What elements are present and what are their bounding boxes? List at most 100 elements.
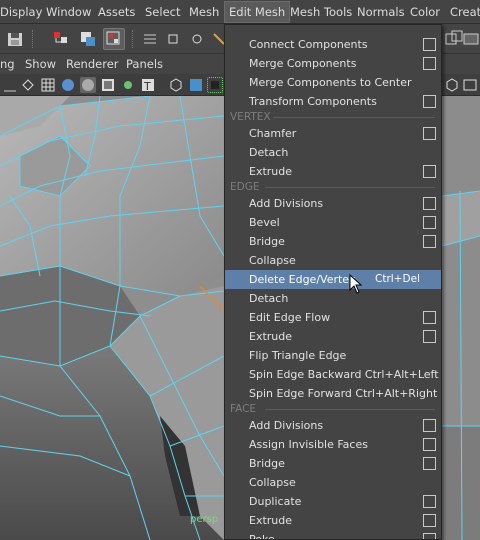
menu-create[interactable]: Create: [450, 0, 480, 24]
snap-toggle-icon[interactable]: [139, 28, 161, 50]
option-box-icon[interactable]: [423, 235, 436, 248]
select-by-hierarchy-icon[interactable]: [50, 28, 72, 50]
menu-mesh-tools[interactable]: Mesh Tools: [290, 0, 352, 24]
layout-icon[interactable]: [462, 77, 478, 93]
option-box-icon[interactable]: [423, 216, 436, 229]
xray-joints-icon[interactable]: [207, 77, 223, 93]
toolbar-separator: [132, 30, 136, 48]
text-label-icon[interactable]: T: [140, 77, 156, 93]
menu-item-label: Duplicate: [249, 495, 302, 508]
menu-item-assign-invisible-faces[interactable]: Assign Invisible Faces: [225, 435, 441, 454]
menu-normals[interactable]: Normals: [357, 0, 405, 24]
menu-item-label: Add Divisions: [249, 197, 324, 210]
xray-icon[interactable]: [188, 77, 204, 93]
menu-mesh[interactable]: Mesh: [189, 0, 219, 24]
edit-mesh-menu: Connect Components Merge Components Merg…: [224, 24, 442, 540]
menu-item-label: Merge Components to Center: [249, 76, 412, 89]
menu-item-label: Spin Edge Backward Ctrl+Alt+Left: [249, 368, 439, 381]
menu-assets[interactable]: Assets: [98, 0, 135, 24]
menu-item-duplicate[interactable]: Duplicate: [225, 492, 441, 511]
smooth-shade-icon[interactable]: [60, 77, 76, 93]
menu-item-connect-components[interactable]: Connect Components: [225, 35, 441, 54]
select-by-object-icon[interactable]: [77, 28, 99, 50]
option-box-icon[interactable]: [423, 514, 436, 527]
menu-color[interactable]: Color: [410, 0, 440, 24]
option-box-icon[interactable]: [423, 330, 436, 343]
isolate-select-icon[interactable]: [168, 77, 184, 93]
menu-item-label: Detach: [249, 146, 289, 159]
menu-item-label: Bridge: [249, 235, 285, 248]
menu-item-label: Collapse: [249, 254, 296, 267]
menu-edit-mesh[interactable]: Edit Mesh: [224, 1, 291, 23]
menu-item-bridge-face[interactable]: Bridge: [225, 454, 441, 473]
panel-menu-shading[interactable]: ng: [0, 54, 15, 74]
panel-menu-panels[interactable]: Panels: [126, 54, 163, 74]
menu-item-flip-triangle-edge[interactable]: Flip Triangle Edge: [225, 346, 441, 365]
menu-item-shortcut: Ctrl+Del: [375, 273, 420, 285]
menu-item-label: Extrude: [249, 514, 293, 527]
grid-icon[interactable]: [40, 77, 56, 93]
option-box-icon[interactable]: [423, 38, 436, 51]
square-tool-icon[interactable]: [162, 28, 184, 50]
camera-icon[interactable]: [444, 77, 460, 93]
textured-icon[interactable]: [100, 77, 116, 93]
menu-item-bridge-edge[interactable]: Bridge: [225, 232, 441, 251]
main-menu-bar: Display Window Assets Select Mesh Edit M…: [0, 0, 480, 24]
panel-menu-show[interactable]: Show: [25, 54, 56, 74]
svg-text:T: T: [143, 80, 151, 93]
menu-item-detach-vertex[interactable]: Detach: [225, 143, 441, 162]
option-box-icon[interactable]: [423, 533, 436, 539]
option-box-icon[interactable]: [423, 419, 436, 432]
menu-item-merge-components-to-center[interactable]: Merge Components to Center: [225, 73, 441, 92]
section-divider: [273, 117, 435, 118]
menu-item-chamfer[interactable]: Chamfer: [225, 124, 441, 143]
menu-item-merge-components[interactable]: Merge Components: [225, 54, 441, 73]
menu-item-label: Collapse: [249, 476, 296, 489]
option-box-icon[interactable]: [423, 127, 436, 140]
option-box-icon[interactable]: [423, 311, 436, 324]
menu-item-label: Detach: [249, 292, 289, 305]
menu-item-label: Flip Triangle Edge: [249, 349, 347, 362]
render-view-icon[interactable]: [462, 28, 480, 50]
menu-item-extrude-edge[interactable]: Extrude: [225, 327, 441, 346]
menu-display[interactable]: Display: [0, 0, 42, 24]
menu-item-label: Assign Invisible Faces: [249, 438, 368, 451]
option-box-icon[interactable]: [423, 197, 436, 210]
option-box-icon[interactable]: [423, 457, 436, 470]
save-scene-icon[interactable]: [4, 28, 26, 50]
menu-item-label: Poke: [249, 533, 275, 540]
menu-item-bevel[interactable]: Bevel: [225, 213, 441, 232]
menu-item-poke[interactable]: Poke: [225, 530, 441, 540]
menu-item-collapse-edge[interactable]: Collapse: [225, 251, 441, 270]
select-by-component-icon[interactable]: [103, 28, 125, 50]
menu-item-delete-edge-vertex[interactable]: Delete Edge/Vertex Ctrl+Del: [225, 270, 441, 289]
menu-item-extrude-face[interactable]: Extrude: [225, 511, 441, 530]
menu-item-detach-edge[interactable]: Detach: [225, 289, 441, 308]
toolbar-separator: [32, 30, 36, 48]
option-box-icon[interactable]: [423, 57, 436, 70]
option-box-icon[interactable]: [423, 165, 436, 178]
grid-toggle-icon[interactable]: [2, 77, 18, 93]
menu-item-add-divisions-face[interactable]: Add Divisions: [225, 416, 441, 435]
menu-item-label: Chamfer: [249, 127, 297, 140]
panel-menu-renderer[interactable]: Renderer: [66, 54, 119, 74]
menu-item-spin-edge-backward[interactable]: Spin Edge Backward Ctrl+Alt+Left: [225, 365, 441, 384]
menu-item-label: Merge Components: [249, 57, 357, 70]
menu-item-add-divisions-edge[interactable]: Add Divisions: [225, 194, 441, 213]
menu-item-edit-edge-flow[interactable]: Edit Edge Flow: [225, 308, 441, 327]
menu-window[interactable]: Window: [46, 0, 91, 24]
menu-item-label: Bevel: [249, 216, 280, 229]
lighting-icon[interactable]: [120, 77, 136, 93]
menu-select[interactable]: Select: [145, 0, 180, 24]
option-box-icon[interactable]: [423, 495, 436, 508]
option-box-icon[interactable]: [423, 95, 436, 108]
flat-shade-icon[interactable]: [80, 77, 96, 93]
menu-item-collapse-face[interactable]: Collapse: [225, 473, 441, 492]
menu-item-label: Add Divisions: [249, 419, 324, 432]
circle-tool-icon[interactable]: [186, 28, 208, 50]
option-box-icon[interactable]: [423, 438, 436, 451]
menu-item-label: Connect Components: [249, 38, 368, 51]
mouse-cursor-icon: [349, 274, 363, 294]
wireframe-icon[interactable]: [20, 77, 36, 93]
section-divider: [265, 409, 435, 410]
